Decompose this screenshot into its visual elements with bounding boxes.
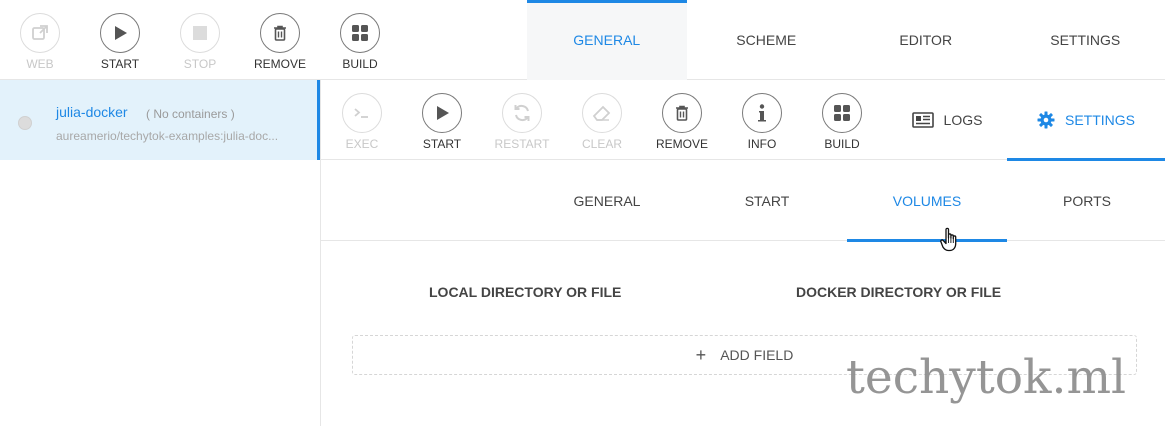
- app-tabs: GENERAL SCHEME EDITOR SETTINGS: [527, 0, 1165, 80]
- container-build-button[interactable]: BUILD: [810, 93, 874, 151]
- stop-icon: [193, 26, 207, 40]
- tab-scheme[interactable]: SCHEME: [687, 0, 847, 80]
- container-state: ( No containers ): [146, 107, 235, 121]
- exec-button[interactable]: EXEC: [330, 93, 394, 151]
- build-label: BUILD: [342, 57, 378, 71]
- app-toolbar: WEB START STOP REMOVE BUILD: [0, 0, 527, 80]
- container-remove-button[interactable]: REMOVE: [650, 93, 714, 151]
- stop-label: STOP: [183, 57, 217, 71]
- container-remove-label: REMOVE: [655, 137, 708, 151]
- external-link-icon: [32, 25, 48, 40]
- clear-button[interactable]: CLEAR: [570, 93, 634, 151]
- start-button[interactable]: START: [88, 13, 152, 71]
- play-icon: [437, 106, 449, 120]
- tab-general[interactable]: GENERAL: [527, 0, 687, 80]
- logs-icon: [911, 112, 934, 128]
- docker-directory-header: DOCKER DIRECTORY OR FILE: [796, 284, 1002, 300]
- start-label: START: [100, 57, 140, 71]
- sidebar: julia-docker ( No containers ) aureameri…: [0, 80, 321, 426]
- tab-container-settings[interactable]: SETTINGS: [1007, 80, 1165, 161]
- stop-button[interactable]: STOP: [168, 13, 232, 71]
- tab-editor[interactable]: EDITOR: [846, 0, 1006, 80]
- clear-label: CLEAR: [581, 137, 622, 151]
- container-name: julia-docker: [56, 104, 128, 120]
- restart-button[interactable]: RESTART: [490, 93, 554, 151]
- exec-label: EXEC: [345, 137, 379, 151]
- info-icon: [758, 104, 766, 122]
- tab-container-settings-label: SETTINGS: [1064, 112, 1135, 128]
- watermark: techytok.ml: [846, 350, 1127, 405]
- build-button[interactable]: BUILD: [328, 13, 392, 71]
- grid-icon: [834, 105, 850, 121]
- trash-icon: [676, 105, 688, 121]
- status-indicator: [18, 116, 32, 130]
- play-icon: [115, 26, 127, 40]
- tab-settings[interactable]: SETTINGS: [1006, 0, 1165, 80]
- tab-logs[interactable]: LOGS: [887, 80, 1007, 160]
- container-start-button[interactable]: START: [410, 93, 474, 151]
- add-field-label: ADD FIELD: [720, 347, 794, 363]
- container-build-label: BUILD: [824, 137, 860, 151]
- gear-icon: [1037, 111, 1055, 129]
- container-start-label: START: [422, 137, 462, 151]
- web-label: WEB: [26, 57, 54, 71]
- subtab-ports[interactable]: PORTS: [1007, 161, 1165, 241]
- subtab-volumes[interactable]: VOLUMES: [847, 161, 1007, 242]
- plus-icon: +: [695, 345, 707, 365]
- terminal-icon: [354, 108, 368, 118]
- info-label: INFO: [747, 137, 777, 151]
- restart-label: RESTART: [494, 137, 550, 151]
- subtab-start[interactable]: START: [687, 161, 847, 241]
- grid-icon: [352, 25, 368, 41]
- subtab-general[interactable]: GENERAL: [527, 161, 687, 241]
- eraser-icon: [592, 105, 611, 121]
- remove-button[interactable]: REMOVE: [248, 13, 312, 71]
- remove-label: REMOVE: [253, 57, 306, 71]
- settings-sub-tabs: GENERAL START VOLUMES PORTS: [321, 161, 1165, 242]
- local-directory-header: LOCAL DIRECTORY OR FILE: [429, 284, 622, 300]
- container-list-item[interactable]: julia-docker ( No containers ) aureameri…: [0, 80, 320, 160]
- refresh-icon: [514, 104, 530, 122]
- container-image: aureamerio/techytok-examples:julia-doc..…: [56, 129, 279, 143]
- web-button[interactable]: WEB: [8, 13, 72, 71]
- container-toolbar: EXEC START RESTART CLEAR REMOVE INFO BUI…: [321, 80, 1165, 161]
- info-button[interactable]: INFO: [730, 93, 794, 151]
- hand-cursor-icon: [940, 227, 957, 252]
- tab-logs-label: LOGS: [943, 112, 983, 128]
- trash-icon: [274, 25, 286, 41]
